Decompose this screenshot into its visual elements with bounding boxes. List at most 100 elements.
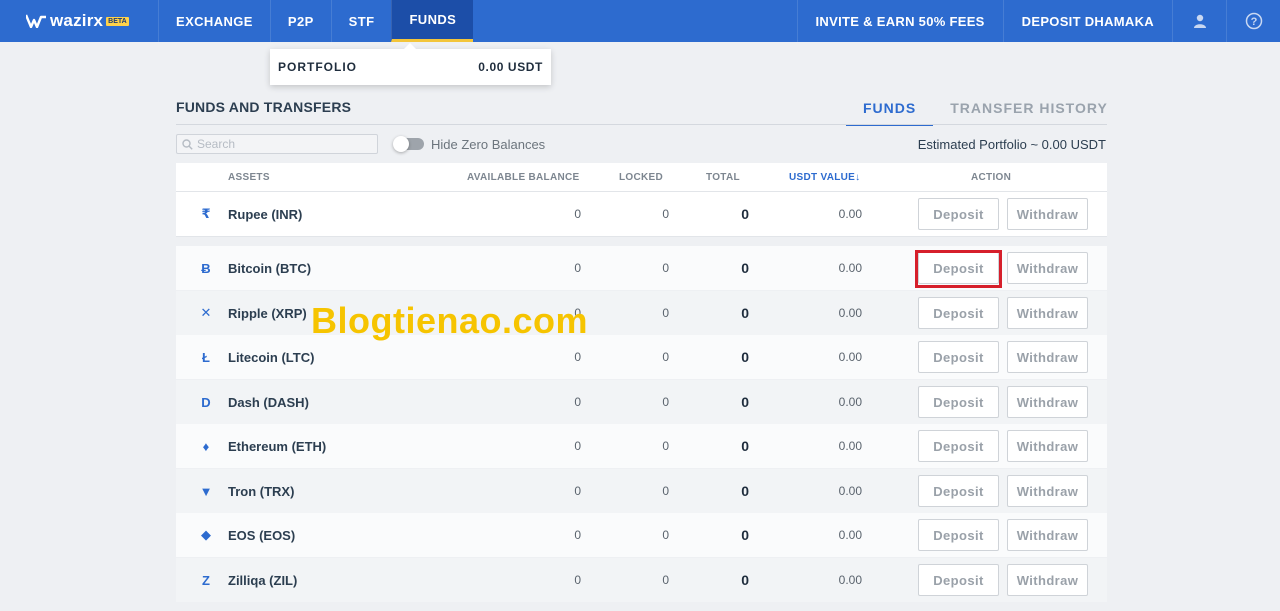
asset-name: Bitcoin (BTC) — [228, 261, 312, 276]
total-balance: 0 — [741, 438, 749, 454]
available-balance: 0 — [574, 484, 581, 498]
asset-name: Ripple (XRP) — [228, 306, 307, 321]
locked-balance: 0 — [662, 207, 669, 221]
withdraw-button[interactable]: Withdraw — [1007, 430, 1088, 462]
watermark-text: Blogtienao.com — [311, 300, 589, 341]
locked-balance: 0 — [662, 350, 669, 364]
available-balance: 0 — [574, 528, 581, 542]
tab-funds[interactable]: FUNDS — [846, 96, 934, 126]
eos-icon: ◆ — [201, 527, 211, 542]
beta-badge: BETA — [106, 16, 129, 26]
estimated-portfolio: Estimated Portfolio ~ 0.00 USDT — [917, 137, 1106, 152]
nav-exchange[interactable]: EXCHANGE — [158, 0, 270, 42]
toggle-knob — [393, 136, 409, 152]
usdt-value: 0.00 — [838, 573, 862, 587]
ripple-icon: ✕ — [200, 305, 212, 320]
row-separator — [176, 238, 1107, 246]
usdt-value: 0.00 — [838, 484, 862, 498]
usdt-value: 0.00 — [838, 439, 862, 453]
rupee-icon: ₹ — [201, 206, 211, 221]
tron-icon: ▼ — [199, 483, 213, 499]
header-usdt-value[interactable]: USDT VALUE↓ — [789, 172, 860, 183]
search-box[interactable] — [176, 134, 378, 154]
withdraw-button[interactable]: Withdraw — [1007, 386, 1088, 418]
usdt-value: 0.00 — [838, 350, 862, 364]
asset-row: D Dash (DASH) 0 0 0 0.00 Deposit Withdraw — [176, 380, 1107, 424]
withdraw-button[interactable]: Withdraw — [1007, 564, 1088, 596]
logo-mark-icon — [26, 14, 46, 28]
table-header: ASSETS AVAILABLE BALANCE LOCKED TOTAL US… — [176, 163, 1107, 192]
asset-row: Z Zilliqa (ZIL) 0 0 0 0.00 Deposit Withdraw — [176, 558, 1107, 602]
locked-balance: 0 — [662, 573, 669, 587]
portfolio-dropdown[interactable]: PORTFOLIO 0.00 USDT — [270, 43, 551, 85]
svg-text:?: ? — [1250, 16, 1257, 28]
locked-balance: 0 — [662, 528, 669, 542]
withdraw-button[interactable]: Withdraw — [1007, 519, 1088, 551]
deposit-button[interactable]: Deposit — [918, 252, 999, 284]
available-balance: 0 — [574, 207, 581, 221]
locked-balance: 0 — [662, 306, 669, 320]
asset-name: Dash (DASH) — [228, 395, 309, 410]
usdt-value: 0.00 — [838, 306, 862, 320]
header-total: TOTAL — [706, 172, 740, 183]
funds-tabs: FUNDS TRANSFER HISTORY — [846, 96, 1125, 126]
locked-balance: 0 — [662, 439, 669, 453]
locked-balance: 0 — [662, 261, 669, 275]
available-balance: 0 — [574, 350, 581, 364]
tab-transfer-history[interactable]: TRANSFER HISTORY — [933, 96, 1125, 126]
deposit-button[interactable]: Deposit — [918, 341, 999, 373]
withdraw-button[interactable]: Withdraw — [1007, 341, 1088, 373]
withdraw-button[interactable]: Withdraw — [1007, 198, 1088, 230]
asset-name: Rupee (INR) — [228, 207, 303, 222]
page-title: FUNDS AND TRANSFERS — [176, 99, 352, 115]
asset-row: ◆ EOS (EOS) 0 0 0 0.00 Deposit Withdraw — [176, 513, 1107, 557]
available-balance: 0 — [574, 261, 581, 275]
locked-balance: 0 — [662, 395, 669, 409]
deposit-button[interactable]: Deposit — [918, 297, 999, 329]
deposit-button[interactable]: Deposit — [918, 475, 999, 507]
asset-name: EOS (EOS) — [228, 528, 296, 543]
total-balance: 0 — [741, 260, 749, 276]
usdt-value: 0.00 — [838, 395, 862, 409]
bitcoin-icon: Ƀ — [201, 260, 211, 276]
asset-name: Litecoin (LTC) — [228, 350, 315, 365]
withdraw-button[interactable]: Withdraw — [1007, 297, 1088, 329]
deposit-button[interactable]: Deposit — [918, 564, 999, 596]
ethereum-icon: ♦ — [202, 438, 210, 454]
total-balance: 0 — [741, 572, 749, 588]
nav-deposit-dhamaka[interactable]: DEPOSIT DHAMAKA — [1002, 0, 1172, 42]
deposit-button[interactable]: Deposit — [918, 519, 999, 551]
dash-icon: D — [201, 394, 211, 410]
deposit-button[interactable]: Deposit — [918, 198, 999, 230]
withdraw-button[interactable]: Withdraw — [1007, 252, 1088, 284]
portfolio-value: 0.00 USDT — [478, 60, 543, 74]
total-balance: 0 — [741, 349, 749, 365]
hide-zero-toggle[interactable] — [393, 136, 424, 152]
deposit-button[interactable]: Deposit — [918, 430, 999, 462]
nav-invite-earn[interactable]: INVITE & EARN 50% FEES — [796, 0, 1003, 42]
available-balance: 0 — [574, 573, 581, 587]
deposit-button[interactable]: Deposit — [918, 386, 999, 418]
hide-zero-label: Hide Zero Balances — [431, 137, 546, 152]
search-input[interactable] — [197, 137, 367, 151]
header-locked: LOCKED — [619, 172, 664, 183]
available-balance: 0 — [574, 439, 581, 453]
user-icon[interactable] — [1172, 0, 1226, 42]
asset-name: Tron (TRX) — [228, 484, 295, 499]
total-balance: 0 — [741, 394, 749, 410]
usdt-value: 0.00 — [838, 528, 862, 542]
withdraw-button[interactable]: Withdraw — [1007, 475, 1088, 507]
nav-funds[interactable]: FUNDS — [391, 0, 474, 42]
asset-name: Zilliqa (ZIL) — [228, 573, 298, 588]
search-icon — [182, 138, 193, 150]
nav-stf[interactable]: STF — [330, 0, 392, 42]
asset-row: ♦ Ethereum (ETH) 0 0 0 0.00 Deposit Withdraw — [176, 424, 1107, 468]
locked-balance: 0 — [662, 484, 669, 498]
asset-name: Ethereum (ETH) — [228, 439, 327, 454]
wazirx-logo[interactable]: wazirx BETA — [0, 0, 158, 42]
help-icon[interactable]: ? — [1226, 0, 1280, 42]
nav-p2p[interactable]: P2P — [269, 0, 331, 42]
total-balance: 0 — [741, 483, 749, 499]
usdt-value: 0.00 — [838, 261, 862, 275]
